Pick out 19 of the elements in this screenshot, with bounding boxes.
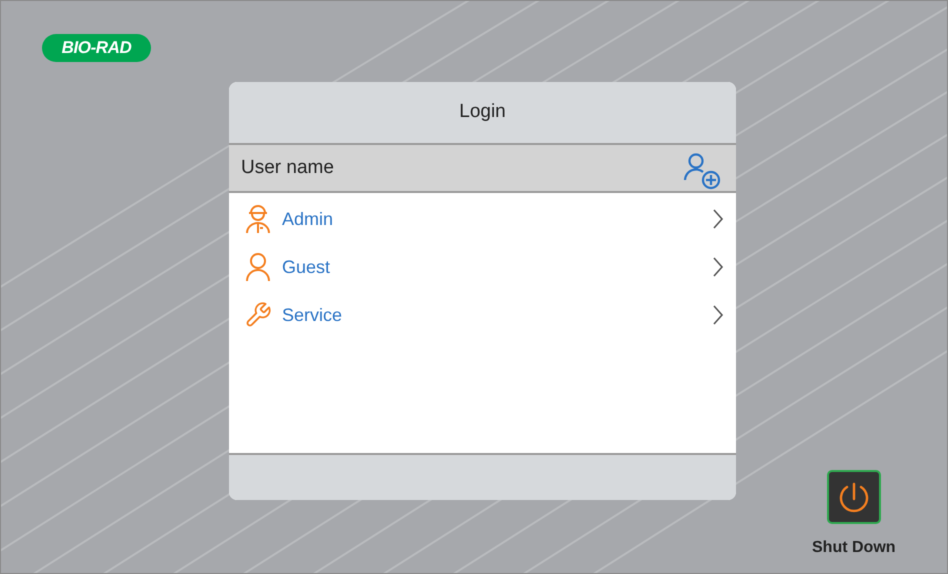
- dialog-title: Login: [229, 82, 736, 143]
- add-user-icon: [682, 152, 722, 190]
- user-name: Admin: [282, 208, 334, 230]
- logo: BIO-RAD: [42, 34, 151, 62]
- worker-icon: [245, 204, 271, 234]
- user-item[interactable]: Guest: [229, 243, 736, 291]
- person-icon: [245, 252, 271, 282]
- power-button[interactable]: [826, 470, 881, 524]
- chevron-right-icon: [712, 208, 724, 230]
- chevron-right-icon: [712, 304, 724, 326]
- user-item[interactable]: Admin: [229, 195, 736, 243]
- chevron-right-icon: [712, 256, 724, 278]
- shutdown-label: Shut Down: [812, 538, 896, 558]
- wrench-icon: [244, 301, 272, 329]
- user-name: Guest: [282, 256, 332, 278]
- user-name: Service: [282, 304, 344, 326]
- user-item[interactable]: Service: [229, 291, 736, 339]
- header-label: User name: [241, 156, 334, 180]
- add-user-button[interactable]: [682, 152, 722, 190]
